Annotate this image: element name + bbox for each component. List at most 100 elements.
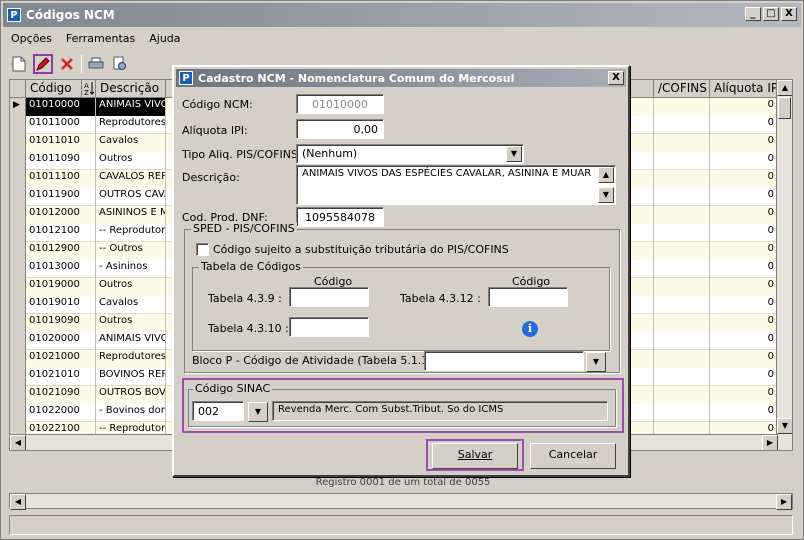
cell-pis-cofins[interactable] — [654, 206, 710, 224]
delete-icon[interactable] — [57, 54, 77, 74]
minimize-button[interactable]: _ — [745, 7, 761, 21]
scroll-right-icon[interactable]: ▶ — [776, 494, 792, 510]
cell-aliquota[interactable]: 0 — [710, 368, 778, 386]
cell-descricao[interactable]: BOVINOS REPI — [96, 368, 166, 386]
column-header-descricao[interactable]: Descrição — [96, 80, 166, 98]
cell-codigo[interactable]: 01011000 — [26, 116, 96, 134]
preview-icon[interactable] — [110, 54, 130, 74]
cell-pis-cofins[interactable] — [654, 152, 710, 170]
cell-codigo[interactable]: 01022000 — [26, 404, 96, 422]
cancelar-button[interactable]: Cancelar — [530, 443, 616, 469]
cell-descricao[interactable]: Outros — [96, 314, 166, 332]
cell-descricao[interactable]: -- Outros — [96, 242, 166, 260]
sinac-dropdown-icon[interactable]: ▼ — [248, 402, 268, 422]
sinac-code-field[interactable] — [192, 401, 244, 421]
scroll-down-icon[interactable]: ▼ — [777, 418, 792, 434]
new-icon[interactable] — [9, 54, 29, 74]
cell-codigo[interactable]: 01011100 — [26, 170, 96, 188]
cell-descricao[interactable]: Outros — [96, 152, 166, 170]
substituicao-checkbox[interactable] — [196, 243, 209, 256]
cell-codigo[interactable]: 01021010 — [26, 368, 96, 386]
cell-codigo[interactable]: 01013000 — [26, 260, 96, 278]
cell-aliquota[interactable]: 0 — [710, 170, 778, 188]
cell-aliquota[interactable]: 0 — [710, 350, 778, 368]
edit-icon[interactable] — [33, 54, 53, 74]
cell-aliquota[interactable]: 0 — [710, 386, 778, 404]
cell-codigo[interactable]: 01021000 — [26, 350, 96, 368]
cell-pis-cofins[interactable] — [654, 242, 710, 260]
menu-ajuda[interactable]: Ajuda — [143, 31, 186, 49]
salvar-button[interactable]: Salvar — [432, 443, 518, 469]
cell-pis-cofins[interactable] — [654, 278, 710, 296]
cell-descricao[interactable]: ANIMAIS VIVO — [96, 332, 166, 350]
cell-codigo[interactable]: 01011010 — [26, 134, 96, 152]
cell-pis-cofins[interactable] — [654, 224, 710, 242]
cell-aliquota[interactable]: 0 — [710, 260, 778, 278]
cell-aliquota[interactable]: 0 — [710, 278, 778, 296]
cell-pis-cofins[interactable] — [654, 314, 710, 332]
cell-aliquota[interactable]: 0 — [710, 314, 778, 332]
column-header-pis-cofins[interactable]: /COFINS — [654, 80, 710, 98]
close-button[interactable]: X — [781, 7, 797, 21]
cell-codigo[interactable]: 01021090 — [26, 386, 96, 404]
cell-aliquota[interactable]: 0 — [710, 134, 778, 152]
cell-descricao[interactable]: Reprodutores — [96, 116, 166, 134]
cell-descricao[interactable]: ASININOS E M — [96, 206, 166, 224]
scroll-thumb[interactable] — [778, 97, 791, 119]
scroll-up-icon[interactable]: ▲ — [598, 167, 614, 183]
dialog-close-button[interactable]: X — [608, 71, 624, 85]
cell-codigo[interactable]: 01019000 — [26, 278, 96, 296]
sort-icon[interactable]: AZ — [82, 80, 96, 98]
cell-descricao[interactable]: ANIMAIS VIVO — [96, 98, 166, 116]
cell-codigo[interactable]: 01012000 — [26, 206, 96, 224]
cell-codigo[interactable]: 01012100 — [26, 224, 96, 242]
descricao-field[interactable]: ANIMAIS VIVOS DAS ESPÉCIES CAVALAR, ASIN… — [296, 165, 616, 205]
dnf-field[interactable] — [296, 207, 384, 227]
bloco-p-field[interactable] — [424, 351, 584, 371]
scroll-down-icon[interactable]: ▼ — [598, 187, 614, 203]
cell-codigo[interactable]: 01020000 — [26, 332, 96, 350]
column-header-codigo[interactable]: Código — [26, 80, 82, 98]
tipo-aliq-select[interactable]: (Nenhum) ▼ — [296, 144, 524, 164]
cell-pis-cofins[interactable] — [654, 188, 710, 206]
cell-pis-cofins[interactable] — [654, 350, 710, 368]
cell-pis-cofins[interactable] — [654, 170, 710, 188]
cell-codigo[interactable]: 01019090 — [26, 314, 96, 332]
cell-aliquota[interactable]: 0 — [710, 116, 778, 134]
menu-ferramentas[interactable]: Ferramentas — [60, 31, 141, 49]
menu-opcoes[interactable]: Opções — [5, 31, 58, 49]
bottom-scrollbar[interactable]: ◀ ▶ — [9, 493, 793, 510]
tabela-4312-field[interactable] — [488, 287, 568, 307]
cell-pis-cofins[interactable] — [654, 386, 710, 404]
cell-codigo[interactable]: 01012900 — [26, 242, 96, 260]
cell-pis-cofins[interactable] — [654, 296, 710, 314]
scroll-left-icon[interactable]: ◀ — [10, 494, 26, 510]
cell-descricao[interactable]: Outros — [96, 278, 166, 296]
tabela-439-field[interactable] — [289, 287, 369, 307]
cell-codigo[interactable]: 01011900 — [26, 188, 96, 206]
cell-codigo[interactable]: 01011090 — [26, 152, 96, 170]
cell-aliquota[interactable]: 0 — [710, 296, 778, 314]
bloco-p-dropdown-icon[interactable]: ▼ — [586, 352, 606, 372]
column-header-aliquota[interactable]: Alíquota IPI — [710, 80, 786, 98]
aliquota-ipi-field[interactable] — [296, 119, 384, 139]
cell-descricao[interactable]: - Asininos — [96, 260, 166, 278]
cell-descricao[interactable]: OUTROS CAVA — [96, 188, 166, 206]
cell-aliquota[interactable]: 0 — [710, 242, 778, 260]
cell-aliquota[interactable]: 0 — [710, 206, 778, 224]
cell-descricao[interactable]: OUTROS BOVI — [96, 386, 166, 404]
scroll-left-icon[interactable]: ◀ — [10, 435, 26, 450]
tabela-4310-field[interactable] — [289, 317, 369, 337]
cell-aliquota[interactable]: 0 — [710, 188, 778, 206]
chevron-down-icon[interactable]: ▼ — [506, 146, 522, 162]
cell-descricao[interactable]: Reprodutores — [96, 350, 166, 368]
cell-pis-cofins[interactable] — [654, 134, 710, 152]
cell-descricao[interactable]: CAVALOS REP — [96, 170, 166, 188]
cell-pis-cofins[interactable] — [654, 368, 710, 386]
cell-aliquota[interactable]: 0 — [710, 152, 778, 170]
cell-pis-cofins[interactable] — [654, 116, 710, 134]
print-icon[interactable] — [86, 54, 106, 74]
cell-pis-cofins[interactable] — [654, 332, 710, 350]
cell-codigo[interactable]: 01019010 — [26, 296, 96, 314]
scroll-up-icon[interactable]: ▲ — [777, 80, 792, 96]
